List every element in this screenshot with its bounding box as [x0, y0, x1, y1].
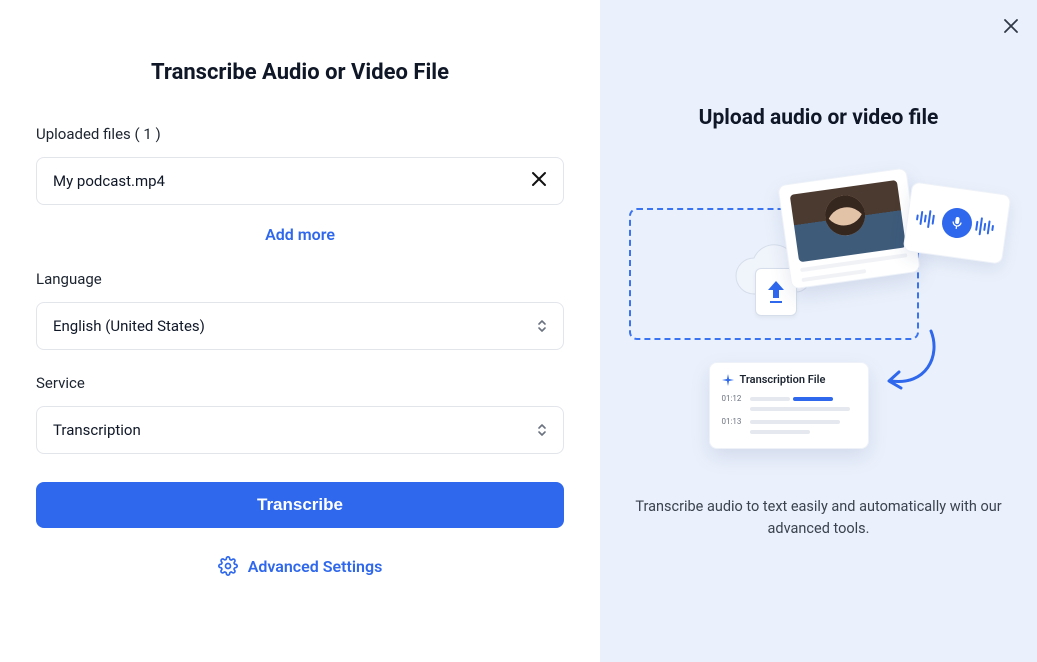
upload-arrow-icon — [766, 279, 786, 305]
gear-icon — [218, 556, 238, 576]
illustration: Transcription File 01:12 01:13 — [629, 166, 1009, 476]
transcription-card-title: Transcription File — [740, 373, 826, 386]
left-panel: Transcribe Audio or Video File Uploaded … — [0, 0, 600, 662]
sparkle-icon — [722, 374, 734, 386]
waveform-icon — [915, 208, 939, 229]
file-name: My podcast.mp4 — [53, 172, 531, 190]
remove-file-button[interactable] — [531, 171, 547, 192]
chevron-up-down-icon — [537, 319, 547, 333]
transcription-preview-card: Transcription File 01:12 01:13 — [709, 362, 869, 449]
right-panel: Upload audio or video file — [600, 0, 1037, 662]
right-panel-description: Transcribe audio to text easily and auto… — [629, 496, 1009, 540]
microphone-icon — [940, 206, 974, 240]
close-icon — [531, 171, 547, 187]
chevron-up-down-icon — [537, 423, 547, 437]
language-value: English (United States) — [53, 317, 537, 335]
video-thumbnail-card — [777, 167, 920, 289]
service-select[interactable]: Transcription — [36, 406, 564, 454]
close-button[interactable] — [1003, 18, 1019, 38]
uploaded-files-label: Uploaded files ( 1 ) — [36, 125, 564, 143]
add-more-button[interactable]: Add more — [36, 225, 564, 244]
transcribe-button[interactable]: Transcribe — [36, 482, 564, 528]
language-select[interactable]: English (United States) — [36, 302, 564, 350]
language-label: Language — [36, 270, 564, 288]
flow-arrow-icon — [881, 326, 941, 406]
service-value: Transcription — [53, 421, 537, 439]
advanced-settings-label: Advanced Settings — [248, 557, 383, 576]
timestamp: 01:12 — [722, 394, 744, 403]
service-label: Service — [36, 374, 564, 392]
audio-wave-card — [902, 181, 1011, 264]
right-panel-title: Upload audio or video file — [699, 106, 939, 130]
uploaded-file-row: My podcast.mp4 — [36, 157, 564, 205]
advanced-settings-button[interactable]: Advanced Settings — [36, 556, 564, 576]
timestamp: 01:13 — [722, 417, 744, 426]
close-icon — [1003, 18, 1019, 34]
waveform-icon — [974, 217, 998, 238]
page-title: Transcribe Audio or Video File — [36, 60, 564, 85]
